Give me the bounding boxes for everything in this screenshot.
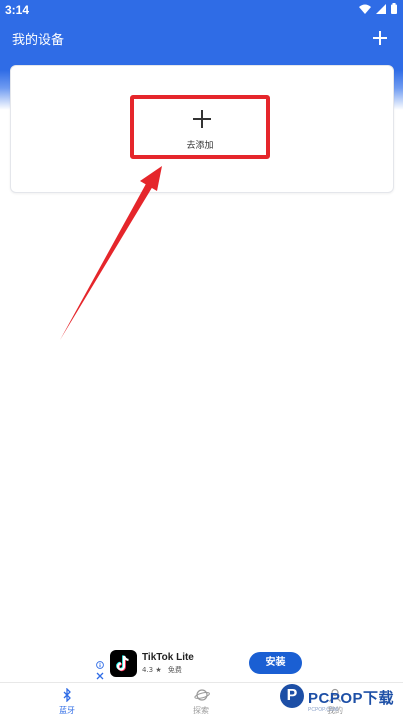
nav-label-bluetooth: 蓝牙 — [59, 706, 75, 715]
status-time: 3:14 — [5, 3, 30, 17]
pcpop-logo: P — [280, 684, 304, 708]
nav-item-explore[interactable]: 探索 — [134, 683, 268, 720]
ad-banner[interactable]: TikTok Lite 4.3 ★ 免费 安装 — [0, 646, 403, 682]
add-device-button[interactable] — [369, 27, 391, 49]
bluetooth-icon — [63, 688, 71, 702]
plus-icon — [193, 110, 211, 128]
pcpop-watermark: P PCPOP下载 PCPOP.COM — [276, 682, 403, 720]
signal-icon — [376, 3, 386, 14]
ad-close-icon[interactable] — [96, 672, 104, 680]
ad-app-rating: 4.3 ★ 免费 — [142, 665, 182, 675]
nav-label-explore: 探索 — [193, 706, 209, 715]
ad-info-icon[interactable] — [96, 661, 104, 669]
page-title: 我的设备 — [12, 33, 65, 48]
status-bar: 3:14 — [0, 0, 403, 20]
ad-app-name: TikTok Lite — [142, 652, 194, 663]
status-icons — [359, 3, 397, 14]
add-device-area[interactable]: 去添加 — [130, 95, 270, 159]
nav-item-bluetooth[interactable]: 蓝牙 — [0, 683, 134, 720]
pcpop-sub: PCPOP.COM — [308, 707, 338, 713]
planet-icon — [194, 689, 210, 701]
title-bar: 我的设备 — [0, 22, 403, 56]
add-device-label: 去添加 — [186, 141, 214, 151]
ad-price: 免费 — [167, 666, 182, 674]
tiktok-app-icon — [110, 650, 137, 677]
wifi-icon — [359, 4, 371, 14]
ad-rating-value: 4.3 ★ — [142, 666, 162, 674]
pcpop-brand: PCPOP下载 — [308, 690, 395, 707]
battery-icon — [391, 3, 397, 14]
install-button[interactable]: 安装 — [249, 652, 302, 674]
